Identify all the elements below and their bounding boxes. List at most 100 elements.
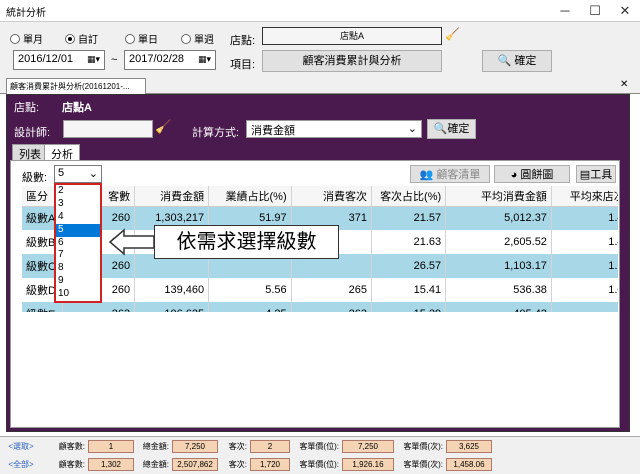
cell: 263 bbox=[62, 302, 136, 312]
pie-chart-button[interactable]: ◕ 圓餅圖 bbox=[494, 165, 570, 183]
dropdown-option[interactable]: 4 bbox=[56, 211, 100, 224]
tab-list[interactable]: 列表 bbox=[12, 144, 48, 161]
calc-method-select[interactable]: 消費金額 ⌄ bbox=[246, 120, 422, 138]
cell: 405.42 bbox=[445, 302, 552, 312]
table-header: 區分 客數 消費金額 業績占比(%) 消費客次 客次占比(%) 平均消費金額 平… bbox=[22, 186, 618, 207]
item-label: 項目: bbox=[230, 59, 256, 71]
status-row-selected: <選取> 顧客數: 1 總金額: 7,250 客次: 2 客單價(位): 7,2… bbox=[0, 438, 640, 454]
confirm-label: 確定 bbox=[514, 55, 537, 67]
cell: 263 bbox=[291, 302, 373, 312]
search-icon: 🔍 bbox=[433, 123, 448, 135]
table-row[interactable]: 級數E263106,6254.2526315.29405.421 bbox=[22, 302, 618, 312]
dropdown-option-selected[interactable]: 5 bbox=[56, 223, 100, 237]
cell: 4.25 bbox=[208, 302, 292, 312]
tools-button[interactable]: ▤工具 bbox=[576, 165, 616, 183]
cell: 2,605.52 bbox=[445, 230, 552, 254]
date-separator: ~ bbox=[111, 54, 118, 66]
customer-list-button[interactable]: 👥 顧客清單 bbox=[410, 165, 490, 183]
cell: 106,625 bbox=[134, 302, 210, 312]
radio-month[interactable]: 單月 bbox=[10, 31, 43, 46]
table-row[interactable]: 級數D260139,4605.5626515.41536.381.019 bbox=[22, 278, 618, 302]
status-value: 2 bbox=[250, 439, 290, 453]
calc-method-label: 計算方式: bbox=[192, 127, 240, 139]
status-row-label: <選取> bbox=[8, 441, 34, 451]
calendar-icon[interactable]: ▦▾ bbox=[87, 54, 100, 65]
status-row-all: <全部> 顧客數: 1,302 總金額: 2,507,862 客次: 1,720… bbox=[0, 456, 640, 472]
column-header[interactable]: 客次占比(%) bbox=[371, 186, 447, 207]
cell: 536.38 bbox=[445, 278, 552, 302]
date-to-picker[interactable]: 2017/02/28 ▦▾ bbox=[124, 50, 216, 70]
doc-close-icon[interactable]: ✕ bbox=[620, 79, 628, 90]
column-header[interactable]: 消費金額 bbox=[134, 186, 210, 207]
cell: 級數E bbox=[22, 302, 64, 312]
cell: 1,103.17 bbox=[445, 254, 552, 278]
radio-dot bbox=[10, 33, 20, 44]
cell: 265 bbox=[291, 278, 373, 302]
close-button[interactable]: ✕ bbox=[610, 0, 640, 22]
dropdown-option[interactable]: 8 bbox=[56, 262, 100, 275]
status-key: 總金額: bbox=[142, 441, 169, 451]
confirm-label: 確定 bbox=[447, 123, 470, 135]
cell: 5,012.37 bbox=[445, 206, 552, 230]
column-header[interactable]: 平均來店次數 bbox=[551, 186, 618, 207]
customer-list-label: 顧客清單 bbox=[436, 169, 481, 181]
cell: 21.57 bbox=[371, 206, 447, 230]
maximize-button[interactable]: ☐ bbox=[580, 0, 610, 22]
column-header[interactable]: 消費客次 bbox=[291, 186, 373, 207]
store-field[interactable]: 店點A bbox=[262, 27, 442, 45]
status-value: 1,302 bbox=[88, 457, 134, 471]
cell: 15.29 bbox=[371, 302, 447, 312]
dropdown-option[interactable]: 9 bbox=[56, 275, 100, 288]
status-bar: <選取> 顧客數: 1 總金額: 7,250 客次: 2 客單價(位): 7,2… bbox=[0, 436, 640, 474]
status-key: 客單價(位): bbox=[299, 441, 339, 451]
minimize-button[interactable]: ─ bbox=[550, 0, 580, 22]
title-bar: 統計分析 ─ ☐ ✕ bbox=[0, 0, 640, 22]
doc-tab[interactable]: 顧客消費累計與分析(20161201-... bbox=[6, 78, 146, 94]
store-label: 店點: bbox=[230, 35, 256, 47]
dropdown-option[interactable]: 6 bbox=[56, 237, 100, 250]
chevron-down-icon: ⌄ bbox=[407, 123, 417, 135]
status-key: 客單價(位): bbox=[299, 459, 339, 469]
tab-analysis[interactable]: 分析 bbox=[44, 144, 80, 161]
radio-day[interactable]: 單日 bbox=[125, 31, 158, 46]
status-key: 客單價(次): bbox=[403, 459, 443, 469]
column-header[interactable]: 平均消費金額 bbox=[445, 186, 552, 207]
broom-icon[interactable]: 🧹 bbox=[155, 119, 171, 135]
status-key: 客次: bbox=[228, 441, 247, 451]
cell: 1.758 bbox=[551, 254, 618, 278]
item-selector[interactable]: 顧客消費累計與分析 bbox=[262, 50, 442, 72]
cell: 1.427 bbox=[551, 206, 618, 230]
status-row-label: <全部> bbox=[8, 459, 34, 469]
panel-store-label: 店點: bbox=[14, 102, 40, 114]
cell: 1.019 bbox=[551, 278, 618, 302]
status-value: 1,458.06 bbox=[446, 457, 492, 471]
calendar-icon[interactable]: ▦▾ bbox=[198, 54, 211, 65]
radio-label: 單月 bbox=[23, 35, 43, 46]
callout-arrow-icon bbox=[108, 228, 155, 256]
calc-method-value: 消費金額 bbox=[251, 125, 295, 137]
callout-box: 依需求選擇級數 bbox=[154, 225, 339, 259]
dropdown-option[interactable]: 3 bbox=[56, 198, 100, 211]
top-confirm-button[interactable]: 🔍 確定 bbox=[482, 50, 552, 72]
dropdown-option[interactable]: 7 bbox=[56, 249, 100, 262]
panel-confirm-button[interactable]: 🔍確定 bbox=[427, 119, 476, 139]
status-value: 2,507,862 bbox=[172, 457, 218, 471]
status-value: 7,250 bbox=[342, 439, 394, 453]
radio-dot bbox=[181, 33, 191, 44]
radio-custom[interactable]: 自訂 bbox=[65, 31, 98, 46]
level-select[interactable]: 5 ⌄ bbox=[54, 165, 102, 183]
radio-week[interactable]: 單週 bbox=[181, 31, 214, 46]
designer-field[interactable] bbox=[63, 120, 153, 138]
pie-chart-icon: ◕ bbox=[510, 169, 518, 181]
search-icon: 🔍 bbox=[497, 55, 512, 67]
broom-icon[interactable]: 🧹 bbox=[445, 27, 461, 45]
radio-label: 單週 bbox=[194, 35, 214, 46]
cell: 26.57 bbox=[371, 254, 447, 278]
column-header[interactable]: 業績占比(%) bbox=[208, 186, 292, 207]
level-dropdown-list: 2 3 4 5 6 7 8 9 10 bbox=[54, 183, 102, 303]
status-value: 7,250 bbox=[172, 439, 218, 453]
date-from-picker[interactable]: 2016/12/01 ▦▾ bbox=[13, 50, 105, 70]
dropdown-option[interactable]: 10 bbox=[56, 288, 100, 301]
dropdown-option[interactable]: 2 bbox=[56, 185, 100, 198]
tools-icon: ▤ bbox=[579, 169, 591, 181]
